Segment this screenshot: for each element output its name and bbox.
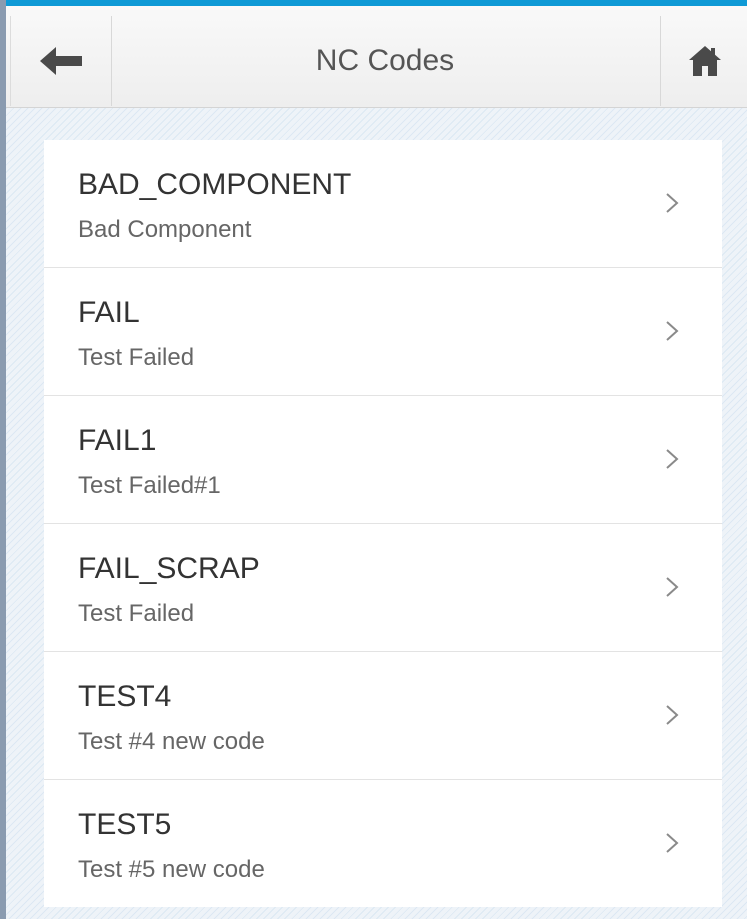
chevron-right-icon: [666, 705, 679, 725]
nc-code: TEST4: [78, 680, 172, 713]
nc-code: FAIL_SCRAP: [78, 552, 260, 585]
list-item[interactable]: FAIL Test Failed: [44, 268, 722, 396]
nc-code-description: Bad Component: [78, 216, 252, 243]
chevron-right-icon: [666, 449, 679, 469]
list-item[interactable]: BAD_COMPONENT Bad Component: [44, 140, 722, 268]
header-bar: NC Codes: [6, 6, 747, 108]
list-item[interactable]: TEST4 Test #4 new code: [44, 652, 722, 780]
content-area: BAD_COMPONENT Bad Component FAIL Test Fa…: [6, 108, 747, 919]
nc-code: BAD_COMPONENT: [78, 168, 352, 201]
chevron-right-icon: [666, 577, 679, 597]
nc-code-list: BAD_COMPONENT Bad Component FAIL Test Fa…: [44, 140, 722, 907]
back-button[interactable]: [10, 16, 112, 106]
arrow-left-icon: [40, 47, 82, 75]
nc-code: FAIL1: [78, 424, 157, 457]
nc-code-description: Test #4 new code: [78, 728, 265, 755]
nc-code-description: Test Failed#1: [78, 472, 221, 499]
home-button[interactable]: [660, 16, 747, 106]
nc-code: TEST5: [78, 808, 172, 841]
home-icon: [688, 46, 721, 76]
page-title: NC Codes: [315, 44, 455, 77]
list-item[interactable]: TEST5 Test #5 new code: [44, 780, 722, 907]
list-item[interactable]: FAIL1 Test Failed#1: [44, 396, 722, 524]
list-item[interactable]: FAIL_SCRAP Test Failed: [44, 524, 722, 652]
nc-code-description: Test Failed: [78, 344, 195, 371]
chevron-right-icon: [666, 321, 679, 341]
app-frame: NC Codes BAD_COMPONENT Bad Component FAI…: [0, 0, 747, 919]
chevron-right-icon: [666, 193, 679, 213]
nc-code-description: Test Failed: [78, 600, 195, 627]
nc-code-description: Test #5 new code: [78, 856, 265, 883]
chevron-right-icon: [666, 833, 679, 853]
nc-code: FAIL: [78, 296, 140, 329]
